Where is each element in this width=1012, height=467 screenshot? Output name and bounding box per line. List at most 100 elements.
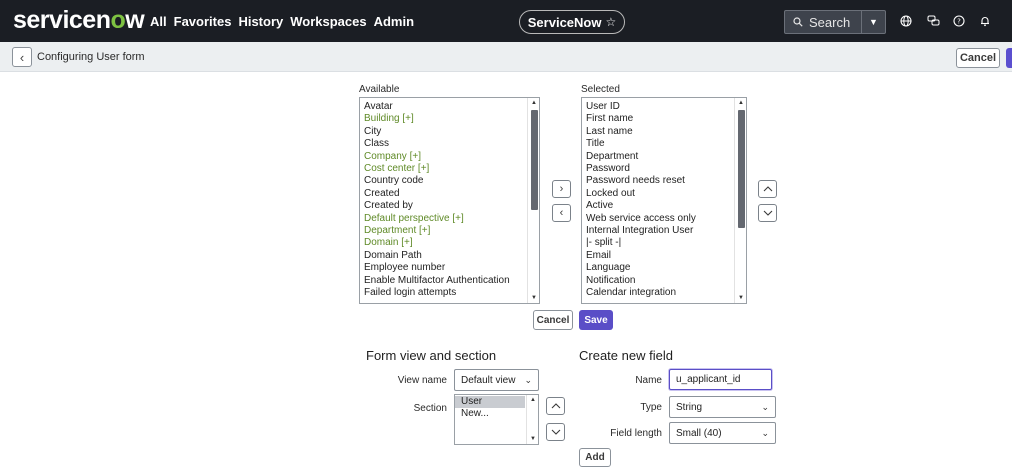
- view-name-select[interactable]: Default view ⌄: [454, 369, 539, 391]
- nav-workspaces[interactable]: Workspaces: [290, 14, 366, 29]
- nav-history[interactable]: History: [238, 14, 283, 29]
- available-field-option[interactable]: Domain Path: [364, 250, 539, 262]
- selected-field-option[interactable]: Last name: [586, 126, 746, 138]
- page-title: Configuring User form: [37, 51, 145, 63]
- field-length-select[interactable]: Small (40) ⌄: [669, 422, 776, 444]
- nav-admin[interactable]: Admin: [374, 14, 414, 29]
- section-item-user[interactable]: User: [455, 396, 525, 409]
- selected-field-option[interactable]: Department: [586, 151, 746, 163]
- available-field-option[interactable]: Department [+]: [364, 225, 539, 237]
- form-view-section-title: Form view and section: [366, 348, 497, 363]
- move-down-button[interactable]: [758, 204, 777, 222]
- selected-field-option[interactable]: Email: [586, 250, 746, 262]
- available-field-option[interactable]: Cost center [+]: [364, 163, 539, 175]
- selected-field-option[interactable]: Internal Integration User: [586, 225, 746, 237]
- available-field-option[interactable]: Enable Multifactor Authentication: [364, 275, 539, 287]
- available-scrollbar[interactable]: ▲ ▼: [527, 98, 539, 303]
- chat-icon[interactable]: [925, 13, 941, 29]
- remove-from-selected-button[interactable]: ‹: [552, 204, 571, 222]
- selected-field-option[interactable]: Notification: [586, 275, 746, 287]
- chevron-left-icon: ‹: [19, 49, 25, 65]
- chevron-down-icon: [763, 210, 772, 216]
- chevron-down-icon: [551, 429, 560, 435]
- section-label: Section: [413, 403, 447, 414]
- selected-field-option[interactable]: Calendar integration: [586, 287, 746, 299]
- available-field-option[interactable]: Class: [364, 138, 539, 150]
- selected-field-option[interactable]: |- split -|: [586, 237, 746, 249]
- field-type-value: String: [676, 401, 703, 413]
- form-header: ‹ Configuring User form Cancel: [0, 42, 1012, 72]
- available-field-option[interactable]: Created: [364, 188, 539, 200]
- selected-field-option[interactable]: Password: [586, 163, 746, 175]
- section-list[interactable]: User New... ▲ ▼: [454, 394, 539, 445]
- selected-field-option[interactable]: User ID: [586, 101, 746, 113]
- header-cancel-button[interactable]: Cancel: [956, 48, 1000, 68]
- selected-field-option[interactable]: Active: [586, 200, 746, 212]
- selected-field-option[interactable]: Title: [586, 138, 746, 150]
- section-move-down-button[interactable]: [546, 423, 565, 441]
- chevron-up-icon: [551, 403, 560, 409]
- selected-scrollbar[interactable]: ▲ ▼: [734, 98, 746, 303]
- scroll-up-arrow-icon[interactable]: ▲: [530, 397, 536, 403]
- selected-fields-list[interactable]: User ID First name Last name Title Departmen…: [581, 97, 747, 304]
- scroll-thumb[interactable]: [738, 110, 745, 228]
- global-search-input[interactable]: Search: [784, 10, 862, 34]
- servicenow-logo[interactable]: servicenow: [13, 6, 145, 35]
- section-move-up-button[interactable]: [546, 397, 565, 415]
- section-scrollbar[interactable]: ▲ ▼: [526, 395, 538, 444]
- selected-field-option[interactable]: Language: [586, 262, 746, 274]
- field-type-select[interactable]: String ⌄: [669, 396, 776, 418]
- view-name-label: View name: [397, 375, 447, 386]
- field-length-value: Small (40): [676, 427, 722, 439]
- move-up-button[interactable]: [758, 180, 777, 198]
- chevron-down-icon: ⌄: [761, 428, 769, 438]
- back-button[interactable]: ‹: [12, 47, 32, 67]
- chevron-right-icon: ›: [559, 183, 564, 195]
- nav-all[interactable]: All: [150, 14, 167, 29]
- nav-favorites[interactable]: Favorites: [174, 14, 232, 29]
- view-name-value: Default view: [461, 374, 516, 386]
- header-save-button-edge[interactable]: [1006, 48, 1012, 68]
- scroll-down-arrow-icon[interactable]: ▼: [531, 295, 537, 301]
- available-fields-list[interactable]: Avatar Building [+] City Class Company [+] Co…: [359, 97, 540, 304]
- slushbucket-cancel-button[interactable]: Cancel: [533, 310, 573, 330]
- available-field-option[interactable]: Country code: [364, 175, 539, 187]
- slushbucket-save-button[interactable]: Save: [579, 310, 613, 330]
- scroll-down-arrow-icon[interactable]: ▼: [738, 295, 744, 301]
- help-icon[interactable]: ?: [951, 13, 967, 29]
- add-to-selected-button[interactable]: ›: [552, 180, 571, 198]
- selected-field-option[interactable]: Web service access only: [586, 213, 746, 225]
- notification-bell-icon[interactable]: [977, 13, 993, 29]
- selected-field-option[interactable]: First name: [586, 113, 746, 125]
- field-length-label: Field length: [610, 428, 662, 439]
- available-field-option[interactable]: City: [364, 126, 539, 138]
- available-field-option[interactable]: Domain [+]: [364, 237, 539, 249]
- search-scope-dropdown[interactable]: ▼: [862, 10, 886, 34]
- field-name-input[interactable]: u_applicant_id: [669, 369, 772, 390]
- available-field-option[interactable]: Created by: [364, 200, 539, 212]
- available-field-option[interactable]: Employee number: [364, 262, 539, 274]
- available-field-option[interactable]: Avatar: [364, 101, 539, 113]
- chevron-down-icon: ⌄: [761, 402, 769, 412]
- available-field-option[interactable]: Failed login attempts: [364, 287, 539, 299]
- available-field-option[interactable]: Company [+]: [364, 151, 539, 163]
- logo-text-end: w: [125, 6, 145, 34]
- scroll-up-arrow-icon[interactable]: ▲: [738, 100, 744, 106]
- available-field-option[interactable]: Building [+]: [364, 113, 539, 125]
- scroll-up-arrow-icon[interactable]: ▲: [531, 100, 537, 106]
- selected-label: Selected: [581, 84, 620, 95]
- scroll-thumb[interactable]: [531, 110, 538, 210]
- scroll-down-arrow-icon[interactable]: ▼: [530, 436, 536, 442]
- search-icon: [793, 17, 803, 27]
- available-field-option[interactable]: Default perspective [+]: [364, 213, 539, 225]
- selected-field-option[interactable]: Locked out: [586, 188, 746, 200]
- selected-field-option[interactable]: Password needs reset: [586, 175, 746, 187]
- logo-text-start: servicen: [13, 6, 111, 34]
- svg-text:?: ?: [957, 18, 961, 26]
- logo-text-o: o: [110, 6, 126, 34]
- star-icon[interactable]: ☆: [605, 15, 616, 29]
- caret-down-icon: ▼: [869, 17, 878, 27]
- add-field-button[interactable]: Add: [579, 448, 611, 467]
- globe-icon[interactable]: [898, 13, 914, 29]
- instance-name-pill[interactable]: ServiceNow ☆: [519, 10, 625, 34]
